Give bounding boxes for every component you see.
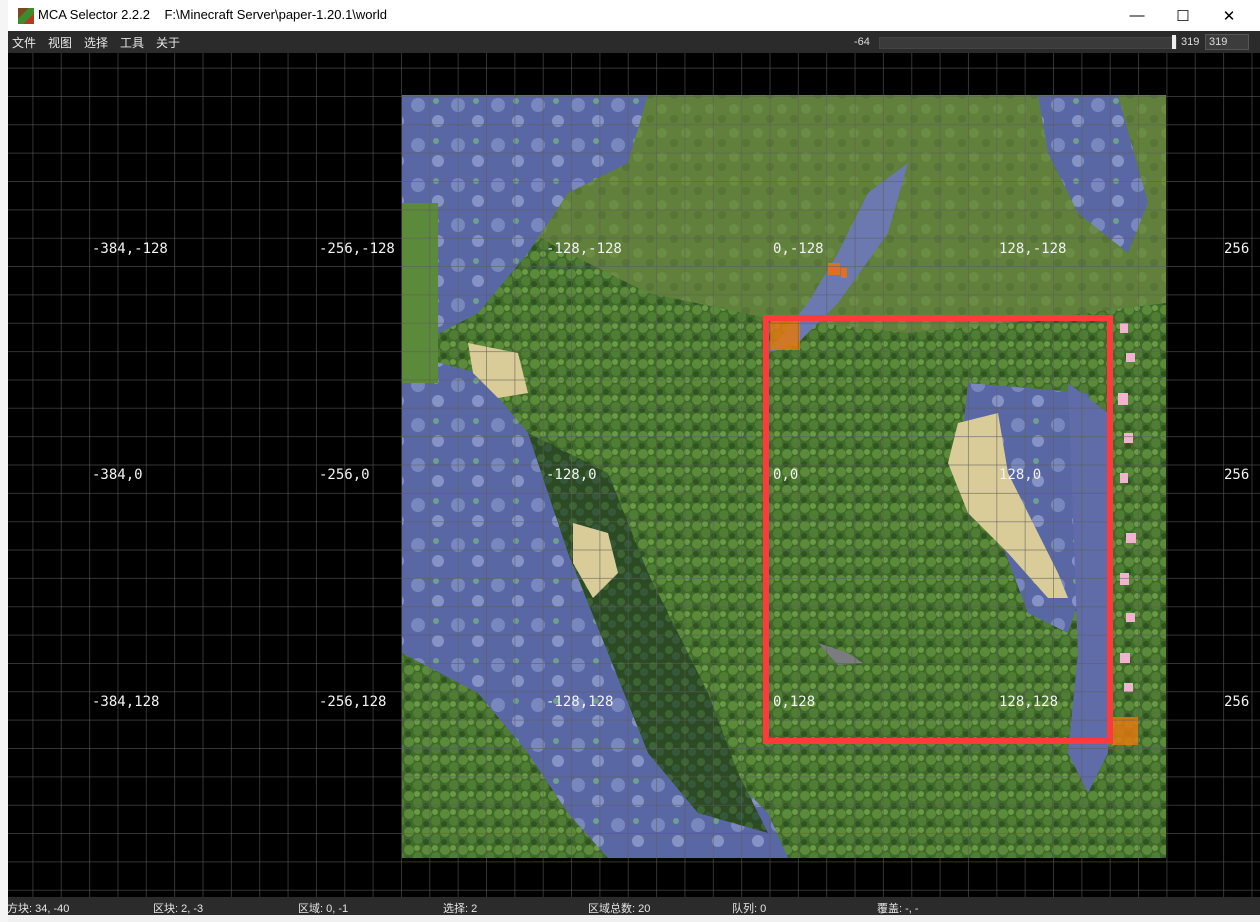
status-overlay: 覆盖: -, - xyxy=(877,903,919,915)
world-map-canvas[interactable]: -384,-128 -256,-128 -128,-128 0,-128 128… xyxy=(8,53,1260,897)
coord-label: -256,0 xyxy=(319,467,370,483)
coord-label: 128,128 xyxy=(999,694,1058,710)
status-queue: 队列: 0 xyxy=(732,903,767,915)
coord-label: -256,128 xyxy=(319,694,386,710)
menu-tools[interactable]: 工具 xyxy=(120,34,144,51)
world-path: F:\Minecraft Server\paper-1.20.1\world xyxy=(164,7,387,22)
coord-label: 256 xyxy=(1224,241,1249,257)
coord-label: -128,0 xyxy=(546,467,597,483)
maximize-icon: ☐ xyxy=(1176,7,1190,25)
close-button[interactable]: ✕ xyxy=(1206,0,1252,31)
coord-label: 256 xyxy=(1224,467,1249,483)
height-value-field[interactable] xyxy=(1205,34,1249,50)
height-slider-min-label: -64 xyxy=(854,36,870,48)
coord-label: 0,-128 xyxy=(773,241,824,257)
coord-label: 256 xyxy=(1224,694,1249,710)
selected-chunk-highlight xyxy=(770,320,800,350)
minimize-icon: — xyxy=(1129,7,1145,24)
title-bar: MCA Selector 2.2.2 F:\Minecraft Server\p… xyxy=(8,0,1260,31)
status-block-coords: 方块: 34, -40 xyxy=(7,903,70,915)
coord-label: -384,0 xyxy=(92,467,143,483)
menu-about[interactable]: 关于 xyxy=(156,34,180,51)
status-chunk-coords: 区块: 2, -3 xyxy=(153,903,204,915)
coord-label: 128,0 xyxy=(999,467,1041,483)
status-bar: 方块: 34, -40 区块: 2, -3 区域: 0, -1 选择: 2 区域… xyxy=(7,897,1260,915)
minimize-button[interactable]: — xyxy=(1114,0,1160,31)
world-map-view[interactable]: -384,-128 -256,-128 -128,-128 0,-128 128… xyxy=(8,53,1260,897)
height-slider[interactable] xyxy=(879,37,1177,49)
height-slider-max-label: 319 xyxy=(1181,36,1200,48)
maximize-button[interactable]: ☐ xyxy=(1160,0,1206,31)
status-region-coords: 区域: 0, -1 xyxy=(298,903,349,915)
height-slider-thumb[interactable] xyxy=(1172,35,1176,49)
menu-select[interactable]: 选择 xyxy=(84,34,108,51)
coord-label: 0,0 xyxy=(773,467,798,483)
app-name: MCA Selector 2.2.2 xyxy=(38,7,150,22)
background-window-edge xyxy=(0,0,8,922)
app-window: MCA Selector 2.2.2 F:\Minecraft Server\p… xyxy=(7,0,1260,922)
status-selected-count: 选择: 2 xyxy=(443,903,478,915)
height-slider-fill xyxy=(880,38,1176,48)
close-icon: ✕ xyxy=(1222,7,1236,25)
window-title: MCA Selector 2.2.2 F:\Minecraft Server\p… xyxy=(38,7,387,22)
app-icon xyxy=(18,8,34,24)
coord-label: -128,128 xyxy=(546,694,613,710)
coord-label: 0,128 xyxy=(773,694,815,710)
menu-view[interactable]: 视图 xyxy=(48,34,72,51)
coord-label: -384,-128 xyxy=(92,241,168,257)
coord-label: -384,128 xyxy=(92,694,159,710)
menu-file[interactable]: 文件 xyxy=(12,34,36,51)
coord-label: -256,-128 xyxy=(319,241,395,257)
status-total-regions: 区域总数: 20 xyxy=(588,903,651,915)
coord-label: -128,-128 xyxy=(546,241,622,257)
window-bottom-edge xyxy=(8,915,1260,922)
coord-label: 128,-128 xyxy=(999,241,1066,257)
selected-chunk-highlight xyxy=(1112,717,1138,745)
